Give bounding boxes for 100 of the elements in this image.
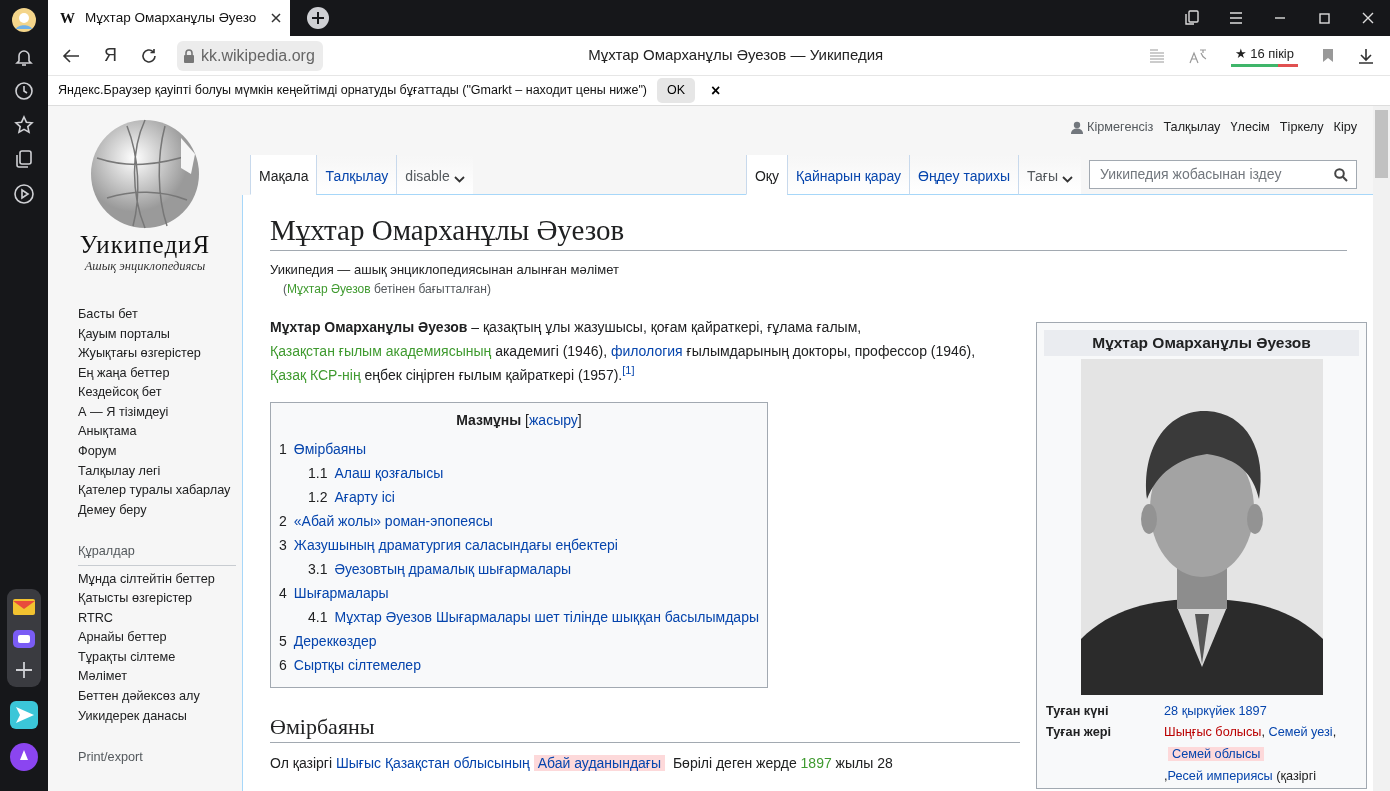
messenger-icon[interactable] [12, 627, 36, 651]
toc-link[interactable]: 1 Өмірбаяны [279, 441, 367, 456]
sidebar-link[interactable]: Қателер туралы хабарлау [78, 484, 236, 499]
yandex-button[interactable]: Я [104, 42, 117, 69]
sidebar-link[interactable]: Беттен дәйексөз алу [78, 690, 236, 704]
menu-icon[interactable] [1229, 12, 1243, 24]
download-icon[interactable] [1358, 47, 1374, 64]
play-icon[interactable] [13, 183, 35, 205]
tab[interactable]: Өңдеу тарихы [909, 155, 1019, 195]
article-title: Мұхтар Омарханұлы Әуезов [270, 213, 1347, 251]
ok-button[interactable]: OK [657, 78, 696, 103]
sidebar-heading: Print/export [78, 748, 144, 766]
reviews-button[interactable]: ★ 16 пікір [1230, 43, 1298, 68]
sidebar-link[interactable]: Жуықтағы өзгерістер [78, 347, 236, 362]
infobox: Мұхтар Омарханұлы Әуезов Туған күні 28 қыркүйек 1897 Туған жері Шыңғыс болысы, Семей уезі, Семей облысы ,Ресей империясы (қазіргі [1036, 322, 1367, 789]
maximize-icon[interactable] [1318, 12, 1330, 24]
link[interactable]: Талқылау [1163, 118, 1221, 138]
warning-message: Яндекс.Браузер қауіпті болуы мүмкін кеңейтімді орнатуды бұғаттады ("Gmarkt – находит цены ниже") [58, 82, 647, 100]
toc-link[interactable]: 6 Сыртқы сілтемелер [279, 657, 421, 672]
sidebar-link[interactable]: Қатысты өзгерістер [78, 592, 236, 607]
link[interactable]: Кіру [1333, 118, 1357, 138]
logo-title: УикипедиЯ [79, 232, 211, 257]
toc-link[interactable]: 1.1 Алаш қозғалысы [308, 465, 444, 480]
page-title: Мұхтар Омарханұлы Әуезов — Уикипедия [588, 46, 884, 64]
add-icon[interactable] [13, 659, 35, 681]
toc-link[interactable]: 3 Жазушының драматургия саласындағы еңбектері [279, 537, 618, 552]
profile-avatar-icon[interactable] [11, 7, 37, 33]
sidebar-link[interactable]: Талқылау легі [78, 464, 236, 479]
reference-link[interactable]: [1] [622, 364, 635, 377]
search-field[interactable]: Уикипедия жобасынан іздеу [1089, 160, 1357, 189]
sidebar-link[interactable]: Басты бет [78, 308, 236, 322]
toc-link[interactable]: 4.1 Мұхтар Әуезов Шығармалары шет тілінде шыққан басылымдары [308, 609, 759, 624]
link[interactable]: филология [610, 343, 683, 360]
new-tab-icon[interactable] [306, 6, 330, 30]
field-label: Туған күні [1045, 702, 1110, 720]
sidebar-link[interactable]: Анықтама [78, 425, 236, 440]
paragraph: Ол қазіргі Шығыс Қазақстан облысының Абай ауданындағы Бөрілі деген жерде 1897 жылы 28 [270, 753, 894, 773]
close-icon[interactable] [270, 12, 282, 24]
tab[interactable]: Оқу [746, 155, 787, 195]
link[interactable]: Шығыс Қазақстан облысының [335, 754, 530, 771]
tab[interactable]: Тағы [1018, 155, 1081, 195]
link[interactable]: 28 қыркүйек 1897 [1164, 703, 1267, 718]
tab[interactable]: Қайнарын қарау [787, 155, 910, 195]
link[interactable]: Мұхтар Әуезов [287, 282, 371, 297]
star-icon[interactable] [14, 115, 34, 135]
link[interactable]: Қазақстан ғылым академиясының [270, 343, 492, 360]
collections-icon[interactable] [14, 149, 34, 169]
highlighted-link[interactable]: Семей облысы [1168, 747, 1265, 762]
sidebar-link[interactable]: Демеу беру [78, 503, 236, 518]
redirect-note: (Мұхтар Әуезов бетінен бағытталған) [283, 281, 492, 299]
translate-icon[interactable] [1188, 47, 1207, 64]
sidebar-link[interactable]: Тұрақты сілтеме [78, 650, 236, 665]
link[interactable]: 1897 [800, 754, 832, 771]
search-icon[interactable] [1334, 167, 1348, 182]
link[interactable]: Үлесім [1230, 118, 1270, 138]
assistant-icon[interactable] [10, 743, 38, 771]
paragraph: Мұхтар Омарханұлы Әуезов – қазақтың ұлы жазушысы, қоғам қайраткері, ғұлама ғалым, Қазақстан ғылым академиясының академигі (1946), филология ғылымдарының докторы, профессор (1946), Қазақ КСР-нің еңбек сіңірген ғылым қайраткері (1957).$^{[1]}$ [270, 318, 977, 386]
sidebar-link[interactable]: Форум [78, 444, 236, 459]
login-status: Кірмегенсіз [1087, 119, 1154, 136]
lock-icon [183, 48, 195, 63]
toc-link[interactable]: 2 «Абай жолы» роман-эпопеясы [279, 513, 493, 528]
sidebar-heading: Құралдар [78, 541, 236, 566]
sidebar-link[interactable]: Мұнда сілтейтін беттер [78, 572, 236, 587]
close-button[interactable]: × [705, 78, 727, 103]
sidebar-link[interactable]: Уикидерек данасы [78, 709, 236, 724]
tab[interactable]: Мақала [250, 155, 317, 195]
tab[interactable]: Талқылау [316, 155, 397, 195]
section-heading: Өмірбаяны [270, 713, 1020, 743]
sidebar-link[interactable]: Кездейсоқ бет [78, 386, 236, 401]
tab[interactable]: disable [396, 155, 473, 195]
field-label: Туған жері [1045, 724, 1112, 742]
logo-subtitle: Ашық энциклопедиясы [84, 258, 206, 275]
tagline: Уикипедия — ашық энциклопедиясынан алынған мәлімет [270, 260, 620, 279]
highlighted-link[interactable]: Абай ауданындағы [533, 754, 665, 771]
scrollbar[interactable] [1373, 106, 1390, 791]
back-icon[interactable] [62, 47, 80, 64]
sidebar-link[interactable]: RTRC [78, 611, 236, 626]
notification-bell-icon[interactable] [14, 47, 34, 67]
link[interactable]: Қазақ КСР-нің [270, 367, 361, 384]
toc-link[interactable]: 5 Дереккөздер [279, 633, 377, 648]
sidebar-link[interactable]: Қауым порталы [78, 327, 236, 342]
toc-heading: Мазмұны [жасыру] [455, 410, 583, 430]
bookmark-icon[interactable] [1322, 48, 1334, 63]
reload-icon[interactable] [141, 47, 157, 64]
tabs-icon[interactable] [1184, 10, 1200, 26]
toc-link[interactable]: 3.1 Әуезовтың драмалық шығармалары [308, 561, 572, 576]
toc-link[interactable]: 1.2 Ағарту ісі [308, 489, 395, 504]
address-field[interactable]: kk.wikipedia.org [177, 40, 323, 71]
toc-link[interactable]: 4 Шығармалары [279, 585, 389, 600]
user-icon [1071, 121, 1083, 134]
browser-tab[interactable]: W Мұхтар Омарханұлы Әуезо [48, 0, 290, 36]
sidebar-link[interactable]: Мәлімет [78, 670, 236, 685]
sidebar-link[interactable]: Арнайы беттер [78, 631, 236, 646]
link[interactable]: Семей уезі [1268, 725, 1333, 740]
sidebar-link[interactable]: Ең жаңа беттер [78, 366, 236, 381]
infobox-title: Мұхтар Омарханұлы Әуезов [1044, 330, 1359, 356]
link[interactable]: Тіркелу [1279, 118, 1324, 138]
sidebar-link[interactable]: А — Я тізімдеуі [78, 405, 236, 420]
history-clock-icon[interactable] [14, 81, 34, 101]
link[interactable]: жасыру [529, 411, 578, 428]
